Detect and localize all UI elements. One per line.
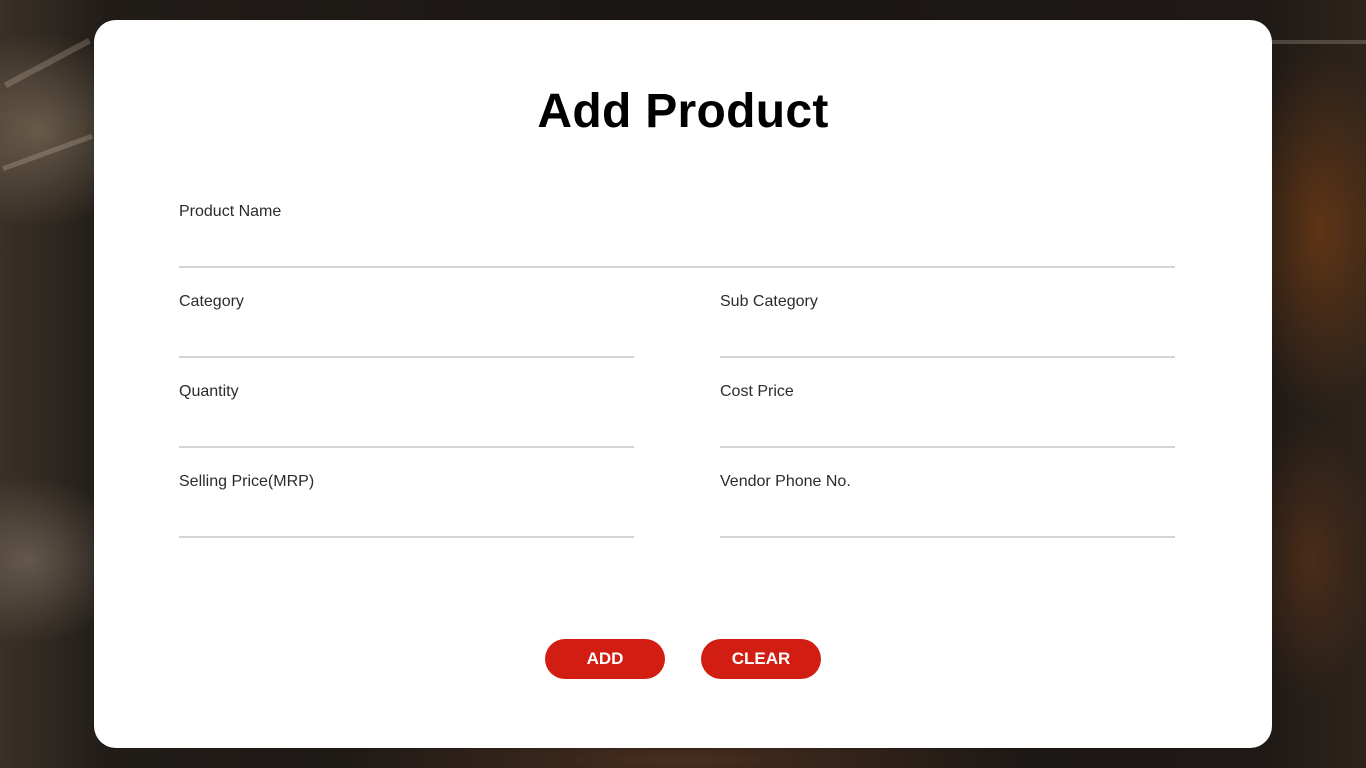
add-button[interactable]: ADD	[545, 639, 665, 679]
quantity-input[interactable]	[179, 412, 634, 448]
background-beam	[2, 133, 93, 172]
quantity-label: Quantity	[179, 383, 239, 400]
sub-category-field: Sub Category	[720, 292, 1175, 358]
cost-price-input[interactable]	[720, 412, 1175, 448]
vendor-phone-field: Vendor Phone No.	[720, 472, 1175, 538]
clear-button[interactable]: CLEAR	[701, 639, 821, 679]
product-name-field: Product Name	[179, 202, 1175, 268]
sub-category-label: Sub Category	[720, 293, 818, 310]
background-beam	[4, 38, 91, 88]
vendor-phone-input[interactable]	[720, 502, 1175, 538]
product-name-label: Product Name	[179, 203, 282, 220]
quantity-field: Quantity	[179, 382, 634, 448]
cost-price-label: Cost Price	[720, 383, 794, 400]
selling-price-input[interactable]	[179, 502, 634, 538]
category-label: Category	[179, 293, 244, 310]
product-name-input[interactable]	[179, 232, 1175, 268]
category-field: Category	[179, 292, 634, 358]
category-input[interactable]	[179, 322, 634, 358]
sub-category-input[interactable]	[720, 322, 1175, 358]
page-title: Add Product	[537, 85, 829, 138]
selling-price-label: Selling Price(MRP)	[179, 473, 315, 490]
vendor-phone-label: Vendor Phone No.	[720, 473, 851, 490]
selling-price-field: Selling Price(MRP)	[179, 472, 634, 538]
background-beam	[1272, 40, 1366, 44]
add-product-card: Add Product Product Name Category Sub Ca…	[94, 20, 1272, 748]
cost-price-field: Cost Price	[720, 382, 1175, 448]
